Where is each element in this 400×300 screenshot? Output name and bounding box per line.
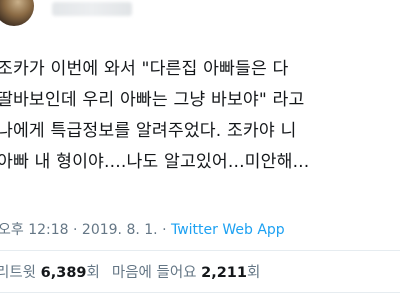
retweets-count: 6,389 — [40, 265, 87, 281]
tweet-line: 조카가 이번에 와서 "다른집 아빠들은 다 — [0, 59, 289, 79]
tweet-line: 아빠 내 형이야....나도 알고있어...미안해... — [0, 152, 310, 172]
likes-stat[interactable]: 마음에 들어요 2,211회 — [112, 265, 260, 281]
retweets-stat[interactable]: 리트윗 6,389회 — [0, 265, 100, 281]
tweet-header — [0, 0, 400, 34]
divider — [0, 292, 400, 293]
tweet-text: 조카가 이번에 와서 "다른집 아빠들은 다 딸바보인데 우리 아빠는 그냥 바… — [0, 54, 400, 178]
tweet-date[interactable]: 2019. 8. 1. — [82, 222, 158, 238]
retweets-label: 리트윗 — [0, 265, 37, 281]
avatar[interactable] — [0, 0, 34, 26]
likes-label: 마음에 들어요 — [111, 265, 197, 281]
divider — [0, 250, 400, 251]
tweet-line: 딸바보인데 우리 아빠는 그냥 바보야" 라고 — [0, 90, 305, 110]
tweet-stats: 리트윗 6,389회 마음에 들어요 2,211회 — [0, 261, 260, 282]
user-handle-blurred[interactable] — [52, 2, 132, 16]
retweets-unit: 회 — [86, 265, 100, 281]
likes-unit: 회 — [247, 265, 261, 281]
tweet-time[interactable]: 오후 12:18 — [0, 222, 69, 238]
meta-separator: · — [68, 222, 82, 238]
likes-count: 2,211 — [201, 265, 247, 281]
tweet-meta: 오후 12:18 · 2019. 8. 1. · Twitter Web App — [0, 219, 285, 239]
meta-separator: · — [157, 222, 171, 238]
tweet-line: 나에게 특급정보를 알려주었다. 조카야 니 — [0, 121, 297, 141]
tweet-source-link[interactable]: Twitter Web App — [171, 222, 285, 238]
